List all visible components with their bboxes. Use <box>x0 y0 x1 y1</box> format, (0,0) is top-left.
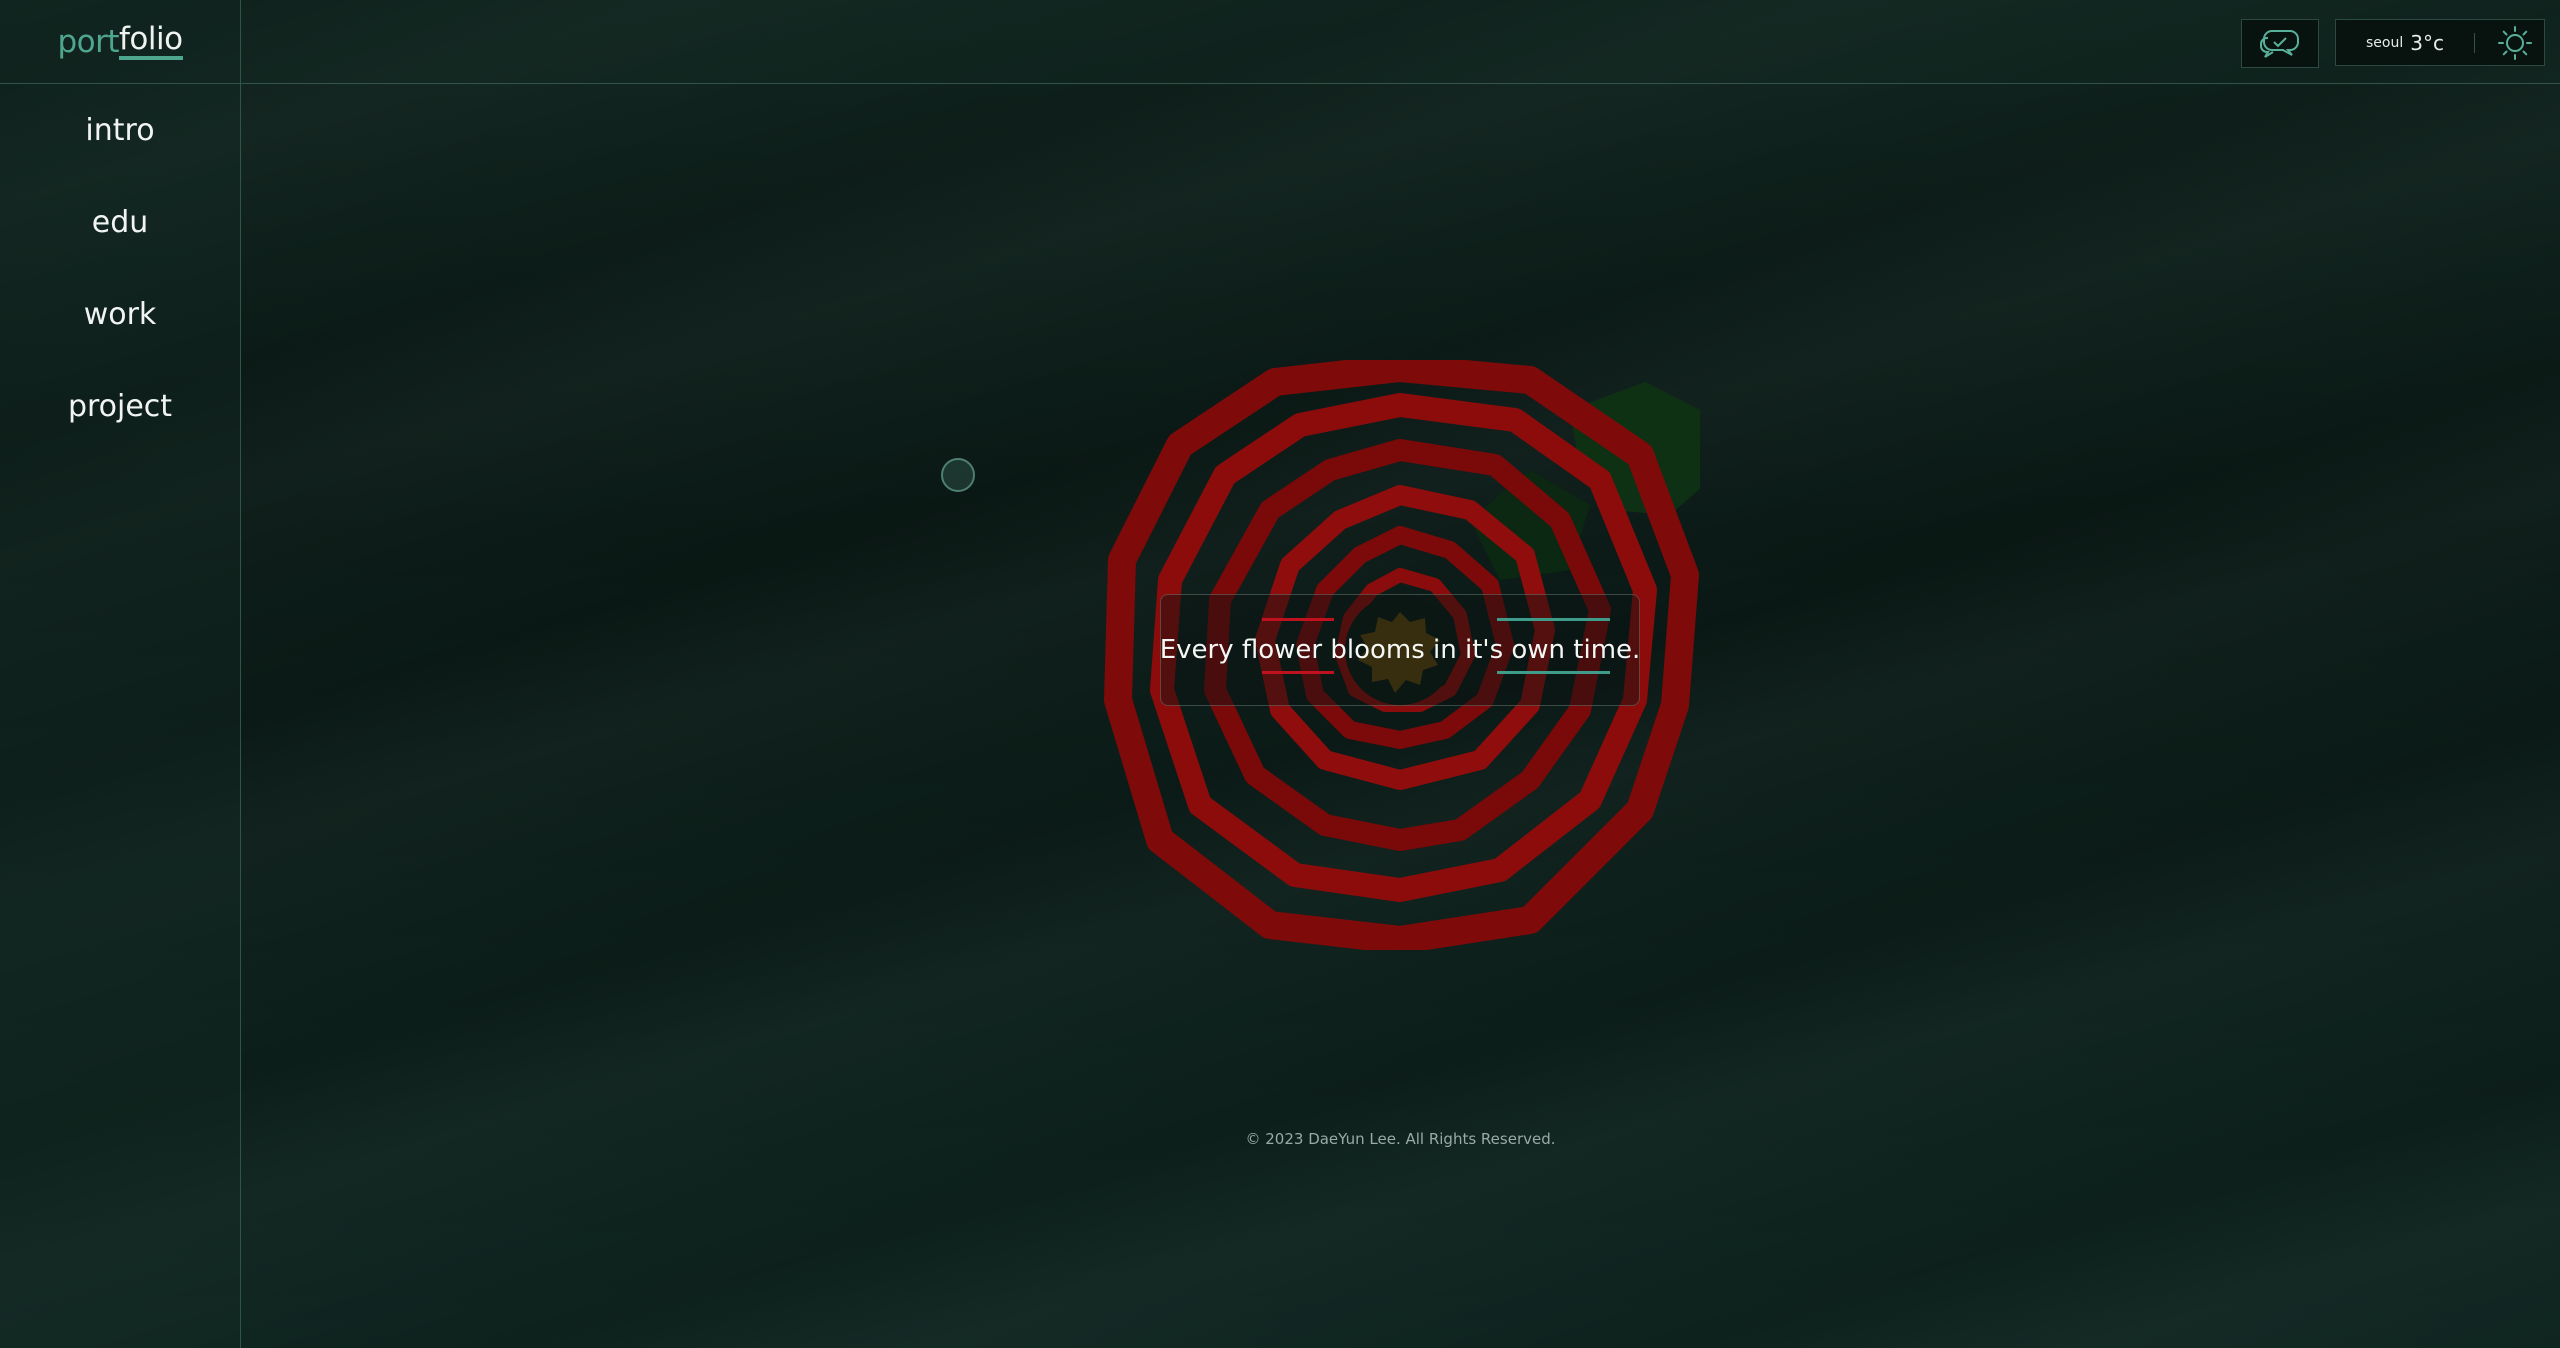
portfolio-app: port folio intro edu work project seoul 3… <box>0 0 2560 1348</box>
weather-temperature: 3°c <box>2410 30 2444 55</box>
weather-city: seoul <box>2366 34 2404 51</box>
quote-accent-red-bottom <box>1262 671 1334 674</box>
nav-item-edu[interactable]: edu <box>0 176 240 268</box>
theme-toggle[interactable] <box>2497 25 2533 61</box>
logo-part-folio: folio <box>118 23 183 60</box>
logo-part-port: port <box>57 23 119 60</box>
sidebar: port folio intro edu work project <box>0 0 241 1348</box>
quote-accent-teal-bottom <box>1497 671 1610 674</box>
sun-icon <box>2497 25 2532 60</box>
quote-text: Every flower blooms in it's own time. <box>1159 635 1641 665</box>
quote-accent-red-top <box>1262 618 1334 621</box>
sidebar-nav: intro edu work project <box>0 84 240 452</box>
chat-button[interactable] <box>2241 19 2319 68</box>
quote-accent-teal-top <box>1497 618 1610 621</box>
nav-item-project[interactable]: project <box>0 360 240 452</box>
nav-item-intro[interactable]: intro <box>0 84 240 176</box>
logo[interactable]: port folio <box>0 0 240 84</box>
chat-bubbles-icon <box>2260 29 2299 58</box>
nav-item-work[interactable]: work <box>0 268 240 360</box>
top-bar: seoul 3°c <box>241 0 2560 84</box>
footer-copyright: © 2023 DaeYun Lee. All Rights Reserved. <box>1245 1130 1556 1148</box>
weather-widget: seoul 3°c <box>2335 19 2545 66</box>
divider <box>2473 32 2475 53</box>
quote-box: Every flower blooms in it's own time. <box>1160 594 1640 706</box>
cursor-indicator <box>941 458 975 492</box>
